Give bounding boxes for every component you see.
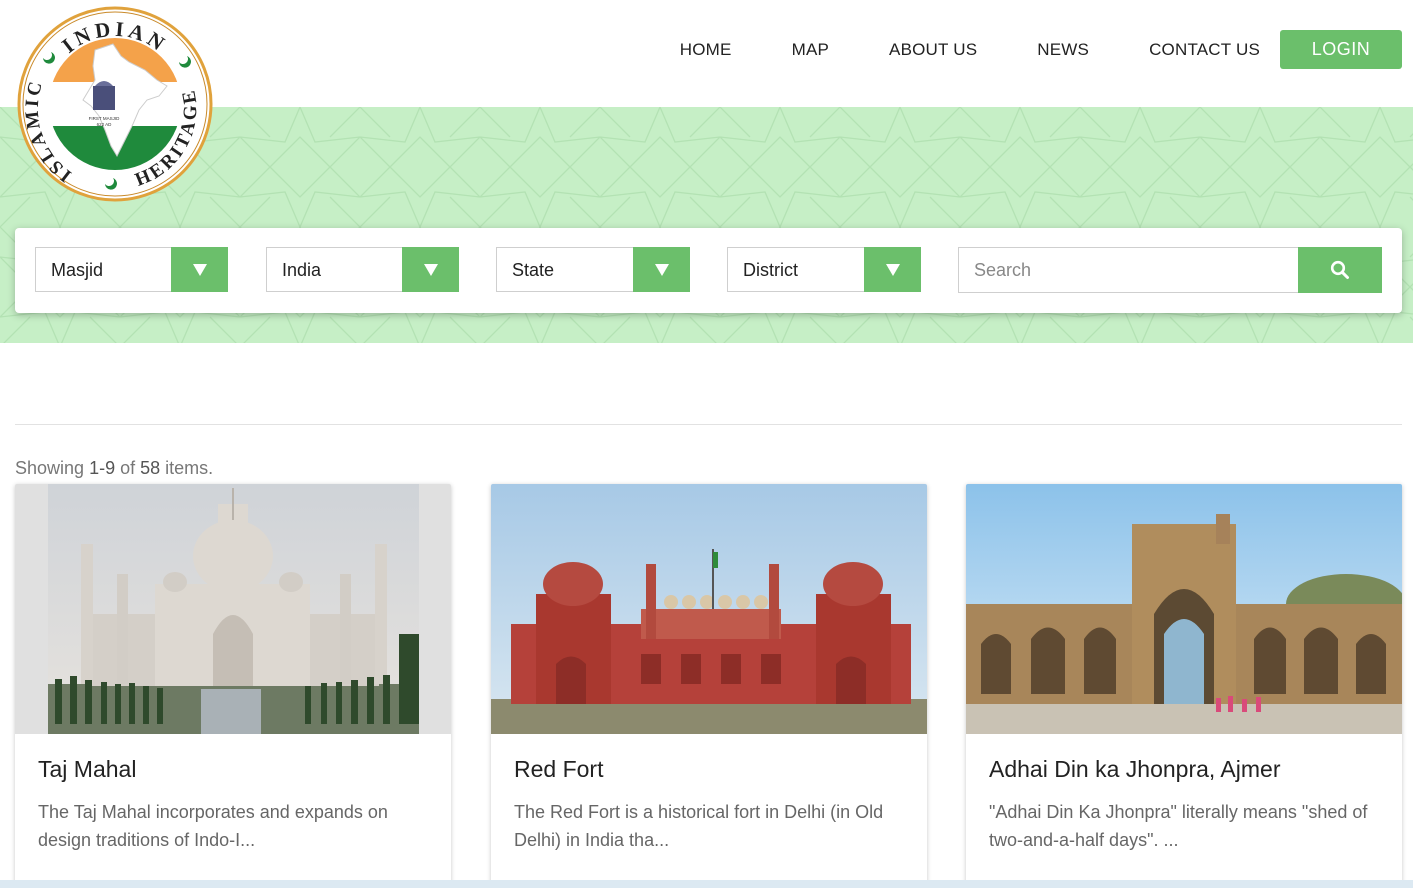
card-description: The Red Fort is a historical fort in Del… — [514, 802, 884, 850]
main-nav: HOME MAP ABOUT US NEWS CONTACT US LOGIN — [680, 30, 1402, 69]
search-button[interactable] — [1298, 247, 1382, 293]
card-title[interactable]: Adhai Din ka Jhonpra, Ajmer — [989, 756, 1281, 783]
card-image[interactable] — [15, 484, 451, 734]
country-select-value: India — [282, 260, 322, 280]
login-button[interactable]: LOGIN — [1280, 30, 1402, 69]
chevron-down-icon[interactable] — [633, 247, 690, 292]
state-select[interactable]: State — [496, 247, 690, 292]
type-select[interactable]: Masjid — [35, 247, 228, 292]
state-select-value: State — [512, 260, 555, 280]
results-prefix: Showing — [15, 458, 85, 478]
chevron-down-icon[interactable] — [864, 247, 921, 292]
chevron-down-icon[interactable] — [171, 247, 228, 292]
nav-contact-us[interactable]: CONTACT US — [1149, 40, 1260, 60]
chevron-down-icon[interactable] — [402, 247, 459, 292]
district-select-value: District — [743, 260, 798, 280]
card-image[interactable] — [491, 484, 927, 734]
results-total: 58 — [140, 458, 161, 478]
card-description: The Taj Mahal incorporates and expands o… — [38, 802, 388, 850]
card-red-fort[interactable]: Red Fort The Red Fort is a historical fo… — [491, 484, 927, 888]
card-description: "Adhai Din Ka Jhonpra" literally means "… — [989, 802, 1368, 850]
country-select[interactable]: India — [266, 247, 459, 292]
nav-news[interactable]: NEWS — [1037, 40, 1089, 60]
nav-home[interactable]: HOME — [680, 40, 732, 60]
card-taj-mahal[interactable]: Taj Mahal The Taj Mahal incorporates and… — [15, 484, 451, 888]
district-select[interactable]: District — [727, 247, 921, 292]
logo-caption-line1: FIRST MASJID — [89, 116, 120, 121]
type-select-value: Masjid — [51, 260, 104, 280]
results-suffix: items. — [165, 458, 214, 478]
search-box — [958, 247, 1382, 293]
card-adhai-din-ka-jhonpra[interactable]: Adhai Din ka Jhonpra, Ajmer "Adhai Din K… — [966, 484, 1402, 888]
filter-bar: Masjid India State District — [15, 228, 1402, 313]
search-input[interactable] — [959, 248, 1299, 292]
card-title[interactable]: Red Fort — [514, 756, 603, 783]
nav-map[interactable]: MAP — [792, 40, 829, 60]
site-logo[interactable]: INDIAN ISLAMIC HERITAGE FIRST MASJID 622… — [17, 6, 213, 202]
bottom-scroll-edge — [0, 880, 1413, 888]
logo-caption-line2: 622 AD — [97, 122, 113, 127]
logo-emblem: INDIAN ISLAMIC HERITAGE FIRST MASJID 622… — [17, 6, 213, 202]
section-divider — [15, 424, 1402, 425]
results-range: 1-9 — [89, 458, 116, 478]
card-title[interactable]: Taj Mahal — [38, 756, 136, 783]
search-icon — [1330, 260, 1349, 279]
card-image[interactable] — [966, 484, 1402, 734]
nav-about-us[interactable]: ABOUT US — [889, 40, 977, 60]
results-of: of — [120, 458, 136, 478]
results-count: Showing 1-9 of 58 items. — [15, 458, 213, 479]
